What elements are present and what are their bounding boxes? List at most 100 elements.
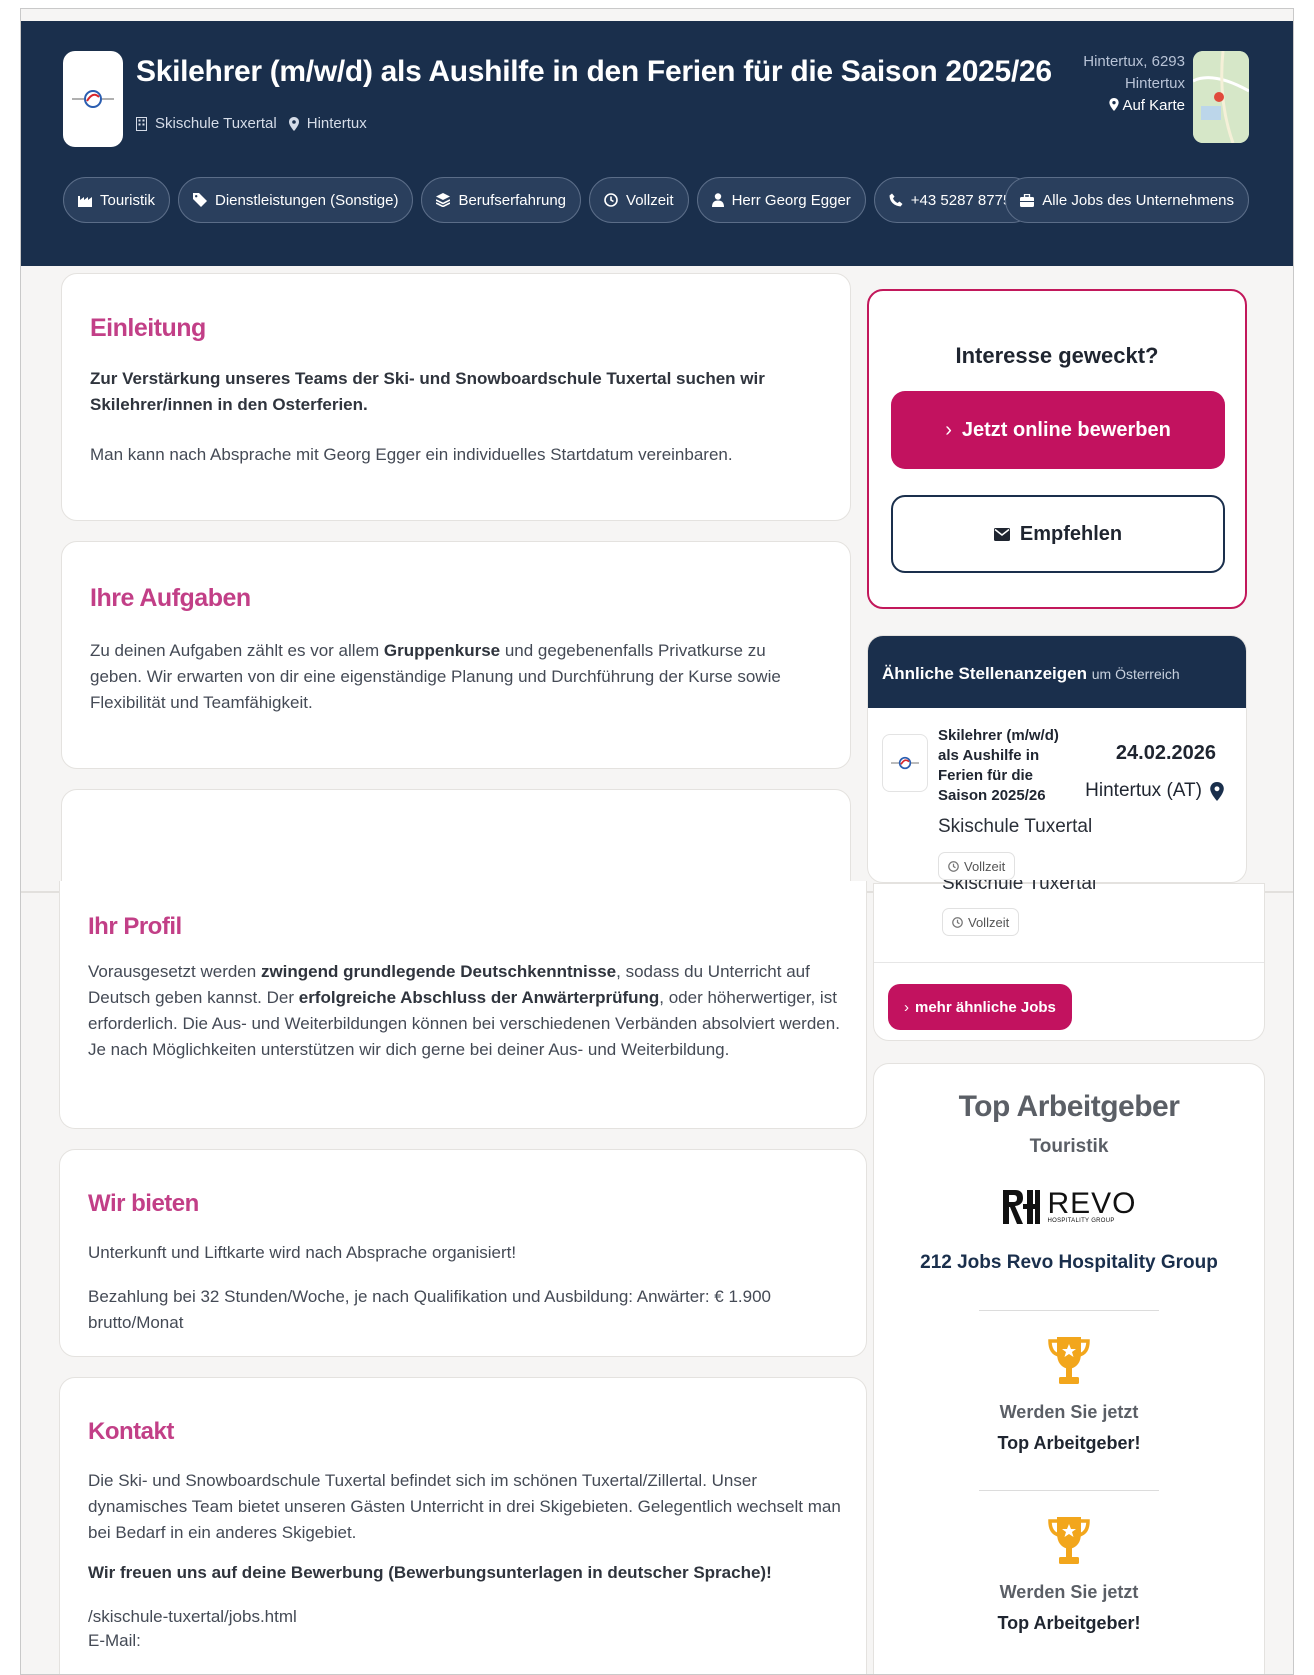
map-thumbnail[interactable]: [1193, 51, 1249, 143]
more-similar-jobs-label: mehr ähnliche Jobs: [915, 998, 1056, 1016]
profile-card: Ihr Profil Vorausgesetzt werden zwingend…: [59, 881, 867, 1129]
intro-heading: Einleitung: [90, 314, 206, 342]
intro-text: Man kann nach Absprache mit Georg Egger …: [90, 445, 733, 464]
become-top-employer-2[interactable]: Werden Sie jetzt: [874, 1582, 1264, 1603]
job-tags: Touristik Dienstleistungen (Sonstige) Be…: [63, 177, 1035, 223]
benefits-card: Wir bieten Unterkunft und Liftkarte wird…: [59, 1149, 867, 1357]
top-employer-title: Top Arbeitgeber: [958, 1090, 1180, 1123]
job-title: Skilehrer (m/w/d) als Aushilfe in den Fe…: [136, 55, 1052, 88]
address-block: Hintertux, 6293 Hintertux Auf Karte: [1083, 51, 1185, 117]
chip-contact-person-label: Herr Georg Egger: [731, 191, 851, 209]
chip-experience[interactable]: Berufserfahrung: [421, 177, 582, 223]
apply-online-button[interactable]: › Jetzt online bewerben: [891, 391, 1225, 469]
map-link-label: Auf Karte: [1122, 97, 1185, 114]
similar-job-company: Skischule Tuxertal: [938, 816, 1093, 837]
all-jobs-label: Alle Jobs des Unternehmens: [1042, 191, 1234, 209]
apply-card: Interesse geweckt? › Jetzt online bewerb…: [867, 289, 1247, 609]
top-employer-label-1[interactable]: Top Arbeitgeber!: [874, 1433, 1264, 1454]
revo-mark-icon: [1003, 1190, 1041, 1224]
similar-jobs-heading: Ähnliche Stellenanzeigen um Österreich: [868, 636, 1246, 708]
chevron-right-icon: ›: [945, 418, 952, 441]
map-pin-icon: [288, 116, 299, 131]
similar-jobs-heading-suffix: um Österreich: [1091, 666, 1180, 682]
divider: [979, 1490, 1159, 1491]
similar-job-title[interactable]: Skilehrer (m/w/d) als Aushilfe in Ferien…: [938, 726, 1078, 806]
chip-contact-person[interactable]: Herr Georg Egger: [696, 177, 866, 223]
top-employer-label-2[interactable]: Top Arbeitgeber!: [874, 1613, 1264, 1634]
building-icon: [136, 116, 147, 131]
similar-jobs-card: Ähnliche Stellenanzeigen um Österreich S…: [867, 635, 1247, 883]
chip-category[interactable]: Dienstleistungen (Sonstige): [178, 177, 414, 223]
tasks-text: Zu deinen Aufgaben zählt es vor allem Gr…: [90, 641, 781, 712]
company-meta[interactable]: Skischule Tuxertal: [136, 115, 277, 132]
chip-experience-label: Berufserfahrung: [458, 191, 567, 209]
tasks-heading: Ihre Aufgaben: [90, 584, 251, 612]
company-logo[interactable]: [63, 51, 123, 147]
contact-heading: Kontakt: [88, 1418, 174, 1445]
chip-industry[interactable]: Touristik: [63, 177, 171, 223]
address-line2: Hintertux: [1124, 75, 1185, 92]
divider: [874, 962, 1264, 963]
similar-job-location: Hintertux (AT): [1085, 780, 1224, 802]
similar-job-type-label: Vollzeit: [964, 858, 1006, 874]
company-name: Skischule Tuxertal: [155, 115, 277, 132]
contact-url[interactable]: /skischule-tuxertal/jobs.html: [88, 1604, 848, 1630]
chip-category-label: Dienstleistungen (Sonstige): [215, 191, 399, 209]
intro-card: Einleitung Zur Verstärkung unseres Teams…: [61, 273, 851, 521]
chip-industry-label: Touristik: [100, 191, 156, 209]
similar-job-type-pill-2: Vollzeit: [942, 908, 1020, 936]
become-top-employer-1[interactable]: Werden Sie jetzt: [874, 1402, 1264, 1423]
revo-wordmark: REVO HOSPITALITY GROUP: [1047, 1187, 1137, 1225]
tag-icon: [193, 193, 208, 207]
intro-bold-text: Zur Verstärkung unseres Teams der Ski- u…: [90, 369, 765, 414]
recommend-label: Empfehlen: [1019, 522, 1123, 545]
benefits-heading: Wir bieten: [88, 1190, 199, 1217]
envelope-icon: [993, 527, 1010, 541]
more-similar-jobs-button[interactable]: › mehr ähnliche Jobs: [888, 984, 1072, 1030]
contact-bold: Wir freuen uns auf deine Bewerbung (Bewe…: [88, 1563, 772, 1582]
job-meta: Skischule Tuxertal Hintertux: [136, 115, 367, 132]
clock-icon: [952, 916, 963, 928]
chip-worktime-label: Vollzeit: [626, 191, 674, 209]
similar-job-company-partial: Skischule Tuxertal: [942, 880, 1097, 894]
contact-text: Die Ski- und Snowboardschule Tuxertal be…: [88, 1471, 841, 1542]
similar-job-logo[interactable]: [882, 734, 928, 792]
map-pin-icon: [1109, 98, 1119, 111]
similar-job-location-label: Hintertux (AT): [1085, 780, 1202, 801]
revo-jobs-link[interactable]: 212 Jobs Revo Hospitality Group: [874, 1252, 1264, 1274]
tasks-card: Ihre Aufgaben Zu deinen Aufgaben zählt e…: [61, 541, 851, 769]
location-meta: Hintertux: [288, 115, 367, 132]
contact-email-label: E-Mail:: [88, 1631, 141, 1650]
map-pin-icon: [1210, 781, 1224, 801]
profile-text: Vorausgesetzt werden zwingend grundlegen…: [88, 962, 840, 1059]
location-name: Hintertux: [306, 115, 367, 132]
trophy-icon: [874, 1515, 1264, 1572]
revo-logo[interactable]: REVO HOSPITALITY GROUP: [874, 1188, 1264, 1226]
recommend-button[interactable]: Empfehlen: [891, 495, 1225, 573]
clock-icon: [604, 193, 618, 207]
similar-job-date: 24.02.2026: [1115, 742, 1216, 764]
person-icon: [711, 193, 724, 207]
apply-online-label: Jetzt online bewerben: [961, 418, 1171, 441]
similar-job-type-pill: Vollzeit: [938, 852, 1016, 880]
layers-icon: [436, 193, 451, 207]
divider: [979, 1310, 1159, 1311]
clock-icon: [948, 860, 959, 872]
chip-worktime[interactable]: Vollzeit: [589, 177, 689, 223]
chip-phone-label: +43 5287 87755: [910, 191, 1020, 209]
chevron-right-icon: ›: [904, 998, 909, 1016]
similar-jobs-continued: Skischule Tuxertal Vollzeit › mehr ähnli…: [873, 880, 1265, 1041]
benefits-line-1: Unterkunft und Liftkarte wird nach Abspr…: [88, 1243, 517, 1262]
contact-card: Kontakt Die Ski- und Snowboardschule Tux…: [59, 1377, 867, 1674]
similar-job-type-label-2: Vollzeit: [968, 914, 1010, 930]
phone-icon: [889, 193, 903, 207]
map-link[interactable]: Auf Karte: [1083, 95, 1185, 117]
profile-heading: Ihr Profil: [88, 913, 182, 940]
page-frame: Skilehrer (m/w/d) als Aushilfe in den Fe…: [20, 8, 1294, 1675]
top-employer-card: Top Arbeitgeber Touristik REVO HOSPITALI…: [873, 1063, 1265, 1674]
job-header: Skilehrer (m/w/d) als Aushilfe in den Fe…: [21, 21, 1293, 266]
industry-icon: [78, 195, 92, 207]
benefits-line-2: Bezahlung bei 32 Stunden/Woche, je nach …: [88, 1287, 771, 1332]
top-employer-category: Touristik: [1029, 1136, 1109, 1157]
all-jobs-button[interactable]: Alle Jobs des Unternehmens: [1005, 177, 1249, 223]
